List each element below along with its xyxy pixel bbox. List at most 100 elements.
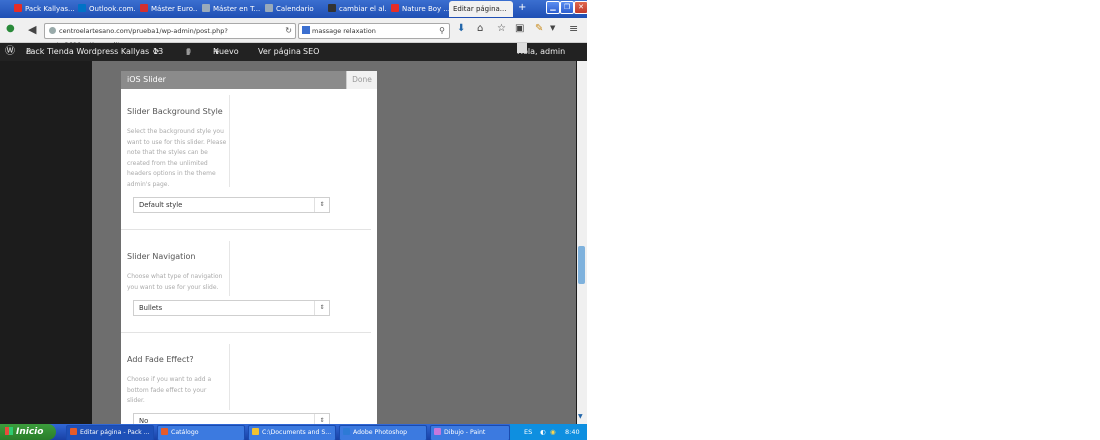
section-description: Choose if you want to add a bottom fade … [127,375,227,407]
slider-navigation-section: Slider Navigation Choose what type of na… [121,229,371,333]
done-button[interactable]: Done [346,71,377,89]
browser-tab-strip: Pack Kallyas... Outlook.com... Máster Eu… [0,0,587,18]
search-engine-icon[interactable] [302,26,310,34]
desc-line: Choose if you want to add a [127,376,212,383]
system-tray: ES ◐ ◉ 8:40 [510,424,587,440]
wp-admin-bar: Ⓦ ⌂ Pack Tienda Wordpress Kallyas ⟳ 13 ▮… [0,43,587,61]
desc-line: note that the styles can be [127,149,208,156]
scrollbar-thumb[interactable] [578,246,585,284]
calendar-icon [265,4,273,12]
select-arrows-icon: ⇕ [314,301,329,315]
updates-count: 13 [153,47,164,56]
page-icon [328,4,336,12]
home-icon[interactable]: ⌂ [477,23,483,34]
wordpress-logo-icon[interactable]: Ⓦ [5,43,15,61]
browser-tab[interactable]: Máster Euro... [140,1,198,17]
network-icon[interactable]: ◐ [540,424,546,440]
background-style-select[interactable]: Default style ⇕ [133,197,330,213]
desc-line: admin's page. [127,180,170,188]
browser-tab[interactable]: Nature Boy ... [391,1,449,17]
navigation-select[interactable]: Bullets ⇕ [133,300,330,316]
adminbar-view-page[interactable]: Ver página [258,43,301,61]
browser-tab-active[interactable]: Editar página... ✕ [449,1,513,17]
taskbar-item[interactable]: Adobe Photoshop [339,425,427,440]
paint-icon [434,428,441,435]
browser-nav-bar: ● ◀ centroelartesano.com/prueba1/wp-admi… [0,18,587,49]
folder-icon [252,428,259,435]
desc-line: Select the background style you [127,128,224,135]
task-label: Adobe Photoshop [353,429,408,436]
search-bar[interactable]: massage relaxation ⚲ [298,23,450,39]
desc-line: want to use for this slider. Please [127,138,227,146]
section-title: Slider Navigation [127,252,196,261]
volume-icon[interactable]: ◉ [550,424,556,440]
section-title: Slider Background Style [127,107,223,116]
taskbar-item[interactable]: Catálogo [157,425,245,440]
windows-taskbar: Inicio Editar página - Pack ... Catálogo… [0,424,587,440]
start-button[interactable]: Inicio [0,424,56,440]
clock[interactable]: 8:40 [565,424,580,440]
new-tab-button[interactable]: + [518,3,526,13]
section-description: Choose what type of navigation you want … [127,272,227,293]
column-divider [229,241,230,296]
fade-effect-section: Add Fade Effect? Choose if you want to a… [121,332,371,429]
firefox-icon [161,428,168,435]
desc-line: created from the unlimited [127,159,208,167]
desc-line: headers options in the theme [127,170,216,177]
tab-label: Outlook.com... [89,5,136,13]
select-arrows-icon: ⇕ [314,198,329,212]
task-label: Catálogo [171,429,199,436]
menu-icon[interactable]: ≡ [569,22,578,35]
desc-line: Choose what type of navigation [127,273,223,280]
task-label: Editar página - Pack ... [80,429,150,436]
bookmark-star-icon[interactable]: ☆ [497,23,506,34]
language-indicator[interactable]: ES [524,424,532,440]
select-value: Default style [139,201,183,209]
minimize-button[interactable]: ▁ [546,1,560,14]
page-content: iOS Slider Done Slider Background Style … [0,61,587,429]
windows-logo-icon [5,427,13,435]
browser-tab[interactable]: Outlook.com... [78,1,136,17]
youtube-icon [391,4,399,12]
comments-count: 0 [186,47,192,56]
section-title: Add Fade Effect? [127,355,194,364]
scroll-down-arrow-icon[interactable]: ▼ [578,413,583,420]
browser-tab[interactable]: Máster en T... [202,1,260,17]
firefox-icon [70,428,77,435]
desc-line: you want to use for your slide. [127,283,219,291]
url-bar[interactable]: centroelartesano.com/prueba1/wp-admin/po… [44,23,296,49]
ios-slider-modal: iOS Slider Done Slider Background Style … [121,71,377,429]
section-description: Select the background style you want to … [127,127,227,190]
browser-tab[interactable]: Pack Kallyas... [14,1,74,17]
addon-dropdown-icon[interactable]: ▼ [550,24,555,32]
close-tab-icon[interactable]: ✕ [512,5,513,13]
addon-icon[interactable]: ✎ [535,23,543,34]
tab-label: Máster Euro... [151,5,198,13]
slider-background-section: Slider Background Style Select the backg… [121,89,371,230]
taskbar-item[interactable]: C:\Documents and S... [248,425,336,440]
browser-tab[interactable]: cambiar el al... [328,1,386,17]
download-icon[interactable]: ⬇ [457,23,465,34]
modal-header: iOS Slider Done [121,71,377,89]
adminbar-seo[interactable]: SEO [303,43,319,61]
photoshop-icon [343,428,350,435]
bookmarks-menu-icon[interactable]: ▣ [515,23,524,34]
maximize-button[interactable]: ❐ [560,1,574,14]
search-icon[interactable]: ⚲ [439,24,445,38]
tab-label: Máster en T... [213,5,260,13]
taskbar-item[interactable]: Editar página - Pack ... [66,425,154,440]
tab-label: Pack Kallyas... [25,5,74,13]
folder-icon [202,4,210,12]
new-label: Nuevo [213,47,239,56]
close-window-button[interactable]: ✕ [574,1,587,14]
page-scrollbar[interactable]: ▼ [577,61,587,424]
modal-title: iOS Slider [127,75,166,84]
browser-tab[interactable]: Calendario [265,1,323,17]
column-divider [229,95,230,187]
site-name: Pack Tienda Wordpress Kallyas [26,47,150,56]
back-button[interactable]: ◀ [28,23,36,36]
outlook-icon [78,4,86,12]
bookmark-icon [140,4,148,12]
reload-icon[interactable]: ↻ [285,24,292,38]
taskbar-item[interactable]: Dibujo - Paint [430,425,510,440]
